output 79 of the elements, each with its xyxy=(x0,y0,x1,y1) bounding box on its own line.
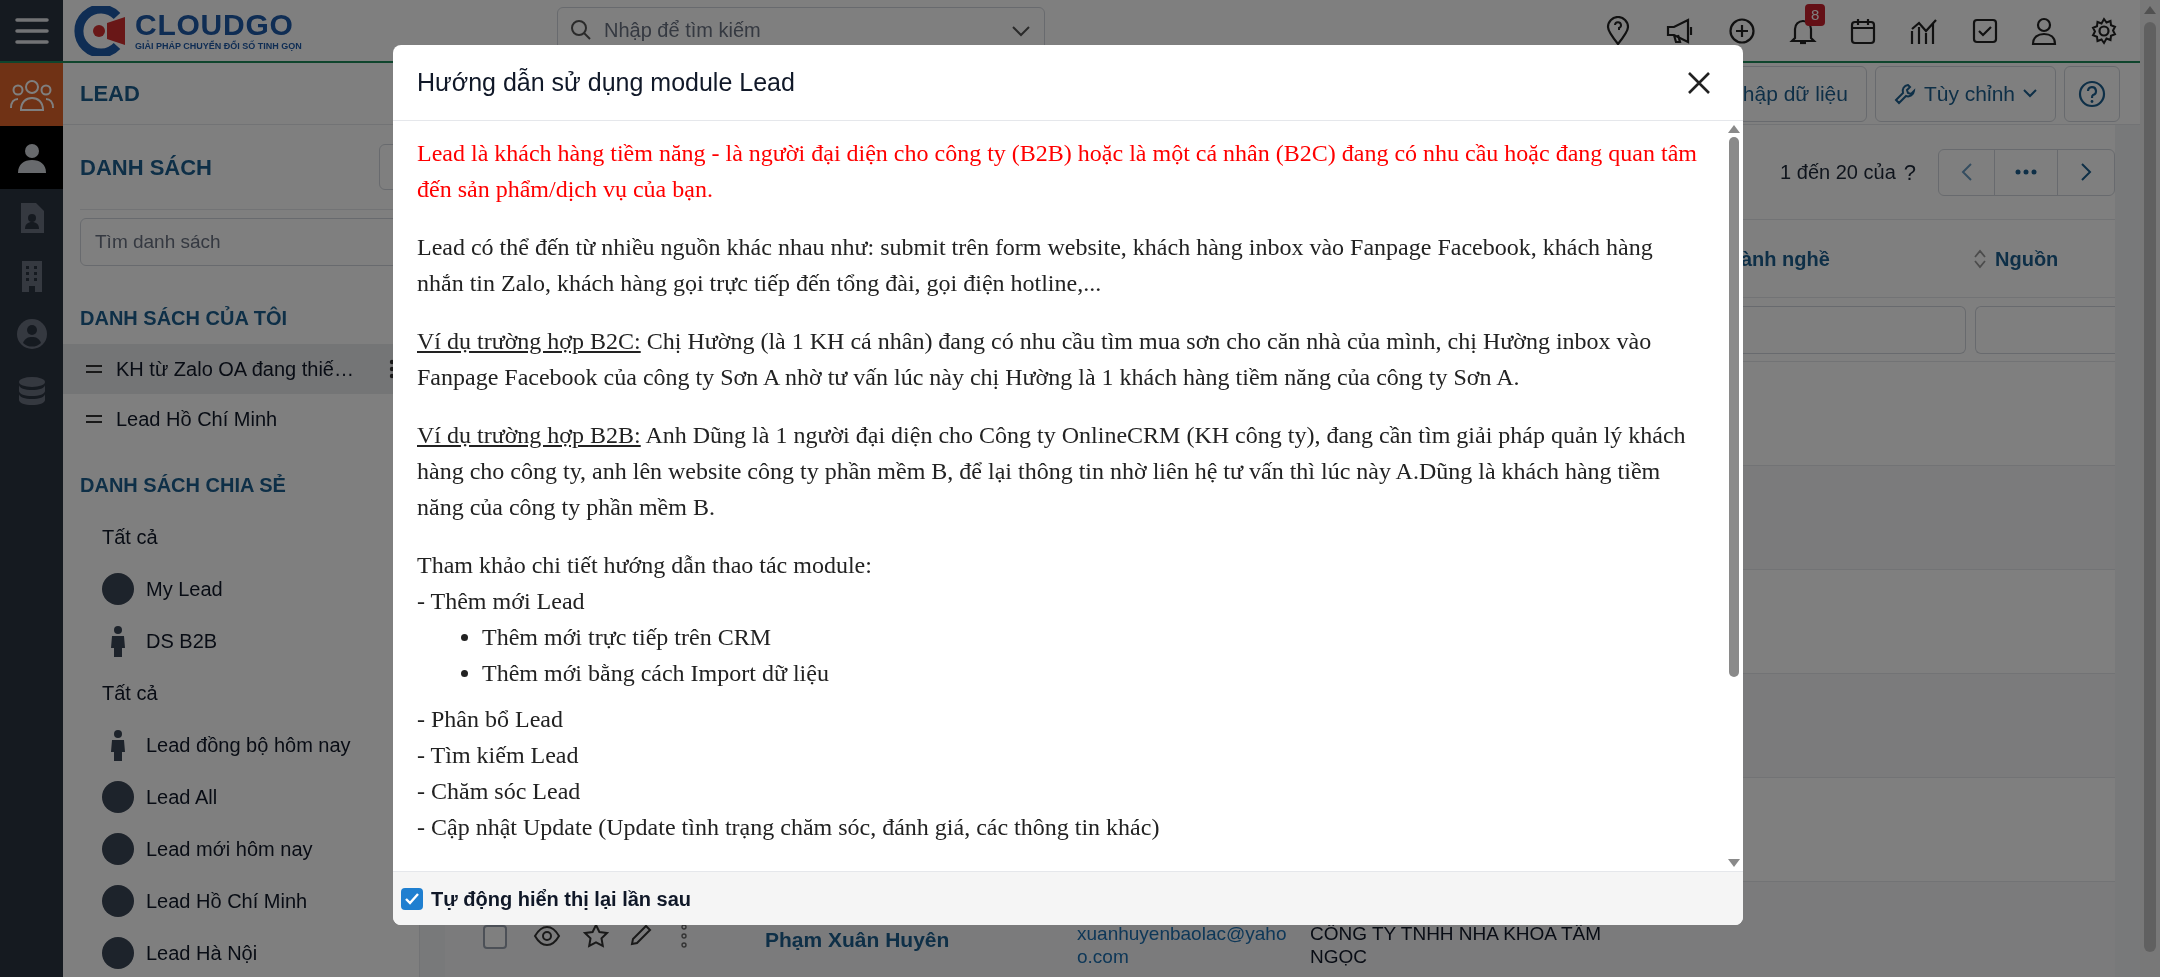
section-title: DANH SÁCH CHIA SẺ xyxy=(80,473,286,498)
shared-list-item[interactable]: Lead Hồ Chí Minh xyxy=(146,886,308,916)
sort-icon[interactable] xyxy=(1973,247,1987,270)
text-line: - Cập nhật Update (Update tình trạng chăm sóc, đánh giá, các thông tin khác) xyxy=(417,813,1161,842)
text-line: - Chăm sóc Lead xyxy=(417,777,582,806)
company-name: CÔNG TY TNHH NHA KHOA TÂM NGỌC xyxy=(1310,922,1603,968)
pagination-range: 1 đến 20 của xyxy=(1780,160,1896,185)
star-icon[interactable] xyxy=(583,923,609,949)
sidebar-title: DANH SÁCH xyxy=(80,153,212,182)
bullet-icon xyxy=(461,633,468,641)
eye-icon[interactable] xyxy=(533,925,561,947)
chevron-left-icon xyxy=(1960,162,1973,182)
chevron-down-icon xyxy=(1011,25,1031,37)
list-item-text: Thêm mới bằng cách Import dữ liệu xyxy=(482,659,829,688)
intro-paragraph: Lead là khách hàng tiềm năng - là người đại diện cho công ty (B2B) hoặc là một cá nhân (B2C) đang có nhu cầu hoặc đang quan tâm đến sản phẩm/dịch vụ của bạn. xyxy=(417,139,1698,204)
avatar-icon xyxy=(102,573,134,605)
chevron-down-icon xyxy=(2023,89,2037,98)
list-item-label: Lead Hồ Chí Minh xyxy=(116,407,279,432)
drag-handle-icon xyxy=(86,415,102,423)
column-header[interactable]: Nguồn xyxy=(1995,243,2059,274)
shared-list-item[interactable]: My Lead xyxy=(146,574,223,604)
dialog-title: Hướng dẫn sử dụng module Lead xyxy=(417,66,795,98)
avatar-icon xyxy=(102,937,134,969)
logo-tagline: GIẢI PHÁP CHUYỂN ĐỔI SỐ TINH GỌN xyxy=(135,42,302,51)
scroll-down-icon[interactable] xyxy=(1728,859,1740,867)
lead-name-link[interactable]: Phạm Xuân Huyên xyxy=(765,924,1077,956)
bullet-icon xyxy=(461,669,468,677)
shared-list-item[interactable]: Lead mới hôm nay xyxy=(146,834,313,864)
shared-list-item[interactable]: Lead đồng bộ hôm nay xyxy=(146,730,351,760)
ellipsis-icon xyxy=(2015,169,2037,175)
text-line: - Thêm mới Lead xyxy=(417,587,586,616)
add-circle-icon[interactable] xyxy=(1728,16,1756,45)
checkbox[interactable] xyxy=(401,887,423,910)
group-label: Tất cả xyxy=(102,681,158,706)
list-item[interactable]: Lead Hồ Chí Minh xyxy=(63,394,403,444)
pagination-total: ? xyxy=(1903,158,1916,187)
checkbox-icon[interactable] xyxy=(1972,17,1998,44)
search-icon xyxy=(570,19,592,41)
close-icon[interactable] xyxy=(1687,70,1711,95)
module-title: LEAD xyxy=(80,80,140,108)
shared-list-item[interactable]: Lead Hà Nội xyxy=(146,938,258,968)
row-checkbox[interactable] xyxy=(483,925,507,949)
drag-handle-icon xyxy=(86,365,102,373)
column-header[interactable]: ành nghề xyxy=(1741,243,1830,274)
help-icon xyxy=(2078,79,2106,108)
example-paragraph: Ví dụ trường hợp B2C: Chị Hường (là 1 KH cá nhân) đang có nhu cầu tìm mua sơn cho căn nhà của mình, chị Hường inbox vào Fanpage Facebook của công ty Sơn A nhờ tư vấn lúc này chị Hường là 1 khách hàng tiềm năng của công ty Sơn A. xyxy=(417,327,1653,392)
wrench-icon xyxy=(1893,82,1916,105)
group-label: Tất cả xyxy=(102,525,158,550)
shared-list-item[interactable]: Lead All xyxy=(146,782,218,812)
calendar-icon[interactable] xyxy=(1850,16,1876,45)
help-button[interactable] xyxy=(2064,65,2120,122)
avatar-icon xyxy=(102,885,134,917)
location-help-icon[interactable] xyxy=(1604,15,1632,46)
chevron-right-icon xyxy=(2080,162,2092,182)
example-paragraph: Ví dụ trường hợp B2B: Anh Dũng là 1 người đại diện cho Công ty OnlineCRM (KH công ty), đang cần tìm giải pháp quản lý khách hàng cho công ty, anh lên website công ty phần mềm B, để lại thông tin nhờ liên hệ tư vấn thì lúc này A.Dũng là khách hàng tiềm năng của công ty phần mềm B. xyxy=(417,421,1687,522)
logo-text: CLOUDGO xyxy=(135,10,295,40)
people-icon xyxy=(9,77,54,112)
text-line: Tham khảo chi tiết hướng dẫn thao tác module: xyxy=(417,551,873,580)
list-item-text: Thêm mới trực tiếp trên CRM xyxy=(482,623,771,652)
module-tile[interactable] xyxy=(0,63,63,126)
rail-item[interactable] xyxy=(0,126,63,189)
checkmark-icon xyxy=(404,891,420,906)
megaphone-icon[interactable] xyxy=(1665,16,1695,45)
text-line: - Phân bổ Lead xyxy=(417,705,564,734)
user-icon[interactable] xyxy=(2031,16,2057,45)
settings-icon[interactable] xyxy=(2090,16,2118,45)
email-link[interactable]: xuanhuyenbaolac@yahoo.com xyxy=(1077,922,1292,968)
notification-badge: 8 xyxy=(1805,3,1826,26)
shared-list-item[interactable]: DS B2B xyxy=(146,626,218,656)
pencil-icon[interactable] xyxy=(629,923,653,947)
text-line: - Tìm kiếm Lead xyxy=(417,741,580,770)
avatar-icon xyxy=(102,833,134,865)
menu-icon[interactable] xyxy=(14,16,49,45)
page-scrollbar[interactable] xyxy=(2140,0,2160,977)
customize-button[interactable]: Tùy chỉnh xyxy=(1874,65,2056,122)
avatar-icon xyxy=(102,781,134,813)
list-item-label: KH từ Zalo OA đang thiế… xyxy=(116,357,355,382)
kebab-icon[interactable] xyxy=(681,924,687,948)
section-title: DANH SÁCH CỦA TÔI xyxy=(80,305,288,331)
